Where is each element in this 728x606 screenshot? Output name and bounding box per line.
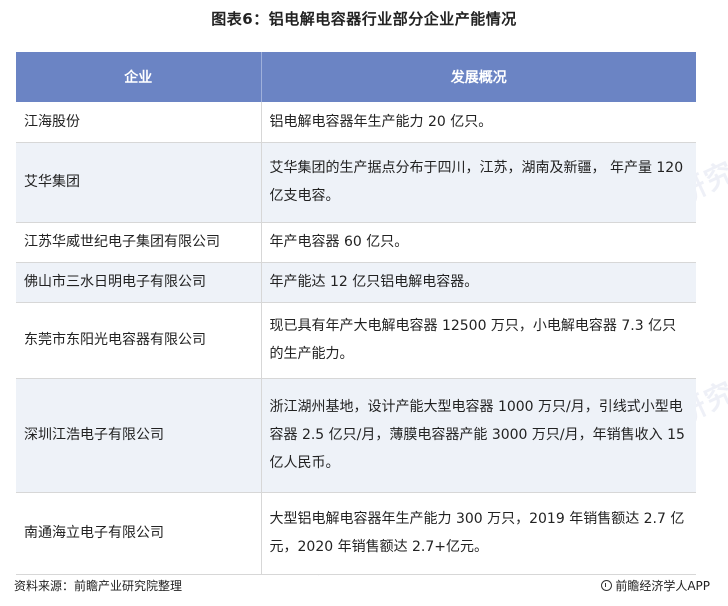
table-row: 东莞市东阳光电容器有限公司 现已具有年产大电解电容器 12500 万只，小电解电…	[16, 302, 696, 379]
table-row: 南通海立电子有限公司 大型铝电解电容器年生产能力 300 万只，2019 年销售…	[16, 492, 696, 575]
company-description: 现已具有年产大电解电容器 12500 万只，小电解电容器 7.3 亿只的生产能力…	[261, 302, 696, 379]
source-note: 资料来源：前瞻产业研究院整理	[14, 579, 183, 593]
company-name: 江苏华威世纪电子集团有限公司	[16, 222, 262, 263]
brand-name: 前瞻经济学人APP	[615, 579, 710, 593]
company-description: 铝电解电容器年生产能力 20 亿只。	[261, 102, 696, 143]
company-name: 深圳江浩电子有限公司	[16, 378, 262, 493]
chart-title: 图表6：铝电解电容器行业部分企业产能情况	[211, 10, 517, 28]
table-row: 江苏华威世纪电子集团有限公司 年产电容器 60 亿只。	[16, 222, 696, 263]
company-name: 江海股份	[16, 102, 262, 143]
table-row: 艾华集团 艾华集团的生产据点分布于四川，江苏，湖南及新疆， 年产量 120 亿支…	[16, 142, 696, 223]
brand-logo-icon	[601, 580, 613, 591]
company-capacity-table: 企业 发展概况 江海股份 铝电解电容器年生产能力 20 亿只。 艾华集团 艾华集…	[16, 52, 696, 575]
company-description: 年产电容器 60 亿只。	[261, 222, 696, 263]
company-name: 南通海立电子有限公司	[16, 492, 262, 575]
table-row: 江海股份 铝电解电容器年生产能力 20 亿只。	[16, 102, 696, 143]
table-row: 深圳江浩电子有限公司 浙江湖州基地，设计产能大型电容器 1000 万只/月，引线…	[16, 378, 696, 493]
table-header-row: 企业 发展概况	[16, 52, 696, 102]
header-company: 企业	[16, 52, 262, 102]
company-name: 艾华集团	[16, 142, 262, 223]
company-description: 大型铝电解电容器年生产能力 300 万只，2019 年销售额达 2.7 亿元，2…	[261, 492, 696, 575]
header-overview: 发展概况	[261, 52, 696, 102]
company-name: 佛山市三水日明电子有限公司	[16, 262, 262, 303]
company-description: 浙江湖州基地，设计产能大型电容器 1000 万只/月，引线式小型电容器 2.5 …	[261, 378, 696, 493]
brand-credit: 前瞻经济学人APP	[601, 577, 710, 594]
company-description: 年产能达 12 亿只铝电解电容器。	[261, 262, 696, 303]
company-description: 艾华集团的生产据点分布于四川，江苏，湖南及新疆， 年产量 120 亿支电容。	[261, 142, 696, 223]
company-name: 东莞市东阳光电容器有限公司	[16, 302, 262, 379]
table-row: 佛山市三水日明电子有限公司 年产能达 12 亿只铝电解电容器。	[16, 262, 696, 303]
